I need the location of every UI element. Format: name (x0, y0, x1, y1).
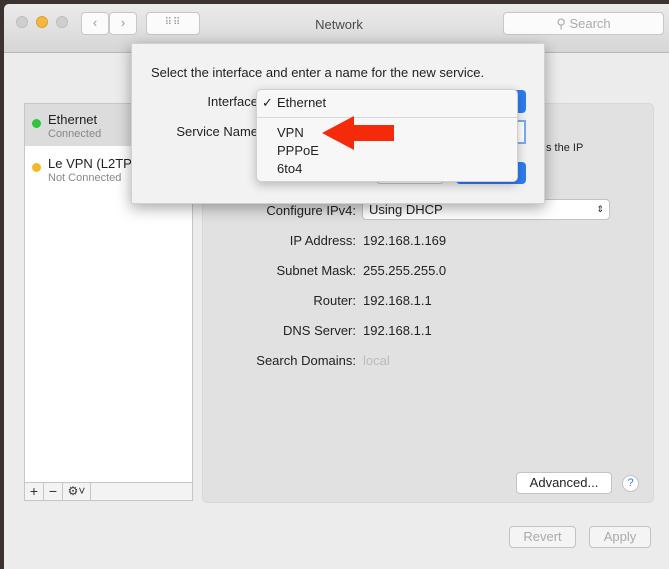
add-service-button[interactable]: + (25, 483, 44, 500)
network-window: ‹ › ⠿⠿ Network ⚲ Search Ethernet Connect… (4, 4, 669, 569)
search-domains-label: Search Domains: (256, 353, 356, 368)
menu-item-6to4[interactable]: 6to4 (277, 161, 302, 176)
list-toolbar: + − ⚙˅ (25, 482, 192, 500)
interface-label: Interface (207, 94, 258, 109)
service-name: Le VPN (L2TP (48, 156, 132, 171)
apply-button[interactable]: Apply (589, 526, 651, 548)
search-icon: ⚲ (556, 16, 570, 31)
search-placeholder: Search (569, 16, 611, 31)
checkmark-icon: ✓ (262, 95, 273, 110)
menu-item-ethernet[interactable]: Ethernet (277, 95, 326, 110)
ip-address-label: IP Address: (289, 233, 356, 248)
router-value: 192.168.1.1 (363, 293, 432, 308)
service-name-label: Service Name (176, 124, 258, 139)
updown-chevron-icon: ⇕ (596, 204, 604, 214)
status-dot-green (32, 119, 41, 128)
arrow-left-icon (322, 116, 394, 150)
remove-service-button[interactable]: − (44, 483, 63, 500)
dns-server-label: DNS Server: (283, 323, 356, 338)
subnet-mask-value: 255.255.255.0 (363, 263, 447, 278)
sheet-prompt: Select the interface and enter a name fo… (151, 65, 485, 80)
advanced-button[interactable]: Advanced... (516, 472, 612, 494)
revert-button[interactable]: Revert (509, 526, 576, 548)
search-input[interactable]: ⚲ Search (503, 12, 664, 35)
red-arrow-annotation (322, 116, 394, 150)
service-status: Not Connected (48, 172, 122, 184)
status-dot-yellow (32, 163, 41, 172)
configure-ipv4-label: Configure IPv4: (266, 203, 356, 218)
subnet-mask-label: Subnet Mask: (276, 263, 357, 278)
menu-item-vpn[interactable]: VPN (277, 125, 304, 140)
gear-icon[interactable]: ⚙˅ (63, 483, 91, 500)
partial-description: s the IP (546, 142, 584, 154)
ip-address-value: 192.168.1.169 (363, 233, 447, 248)
configure-ipv4-value: Using DHCP (369, 202, 443, 217)
router-label: Router: (313, 293, 356, 308)
dns-server-value: 192.168.1.1 (363, 323, 432, 338)
menu-item-pppoe[interactable]: PPPoE (277, 143, 319, 158)
help-button[interactable]: ? (622, 475, 639, 492)
search-domains-field[interactable]: local (363, 353, 390, 368)
service-name: Ethernet (48, 112, 98, 127)
service-status: Connected (48, 128, 102, 140)
